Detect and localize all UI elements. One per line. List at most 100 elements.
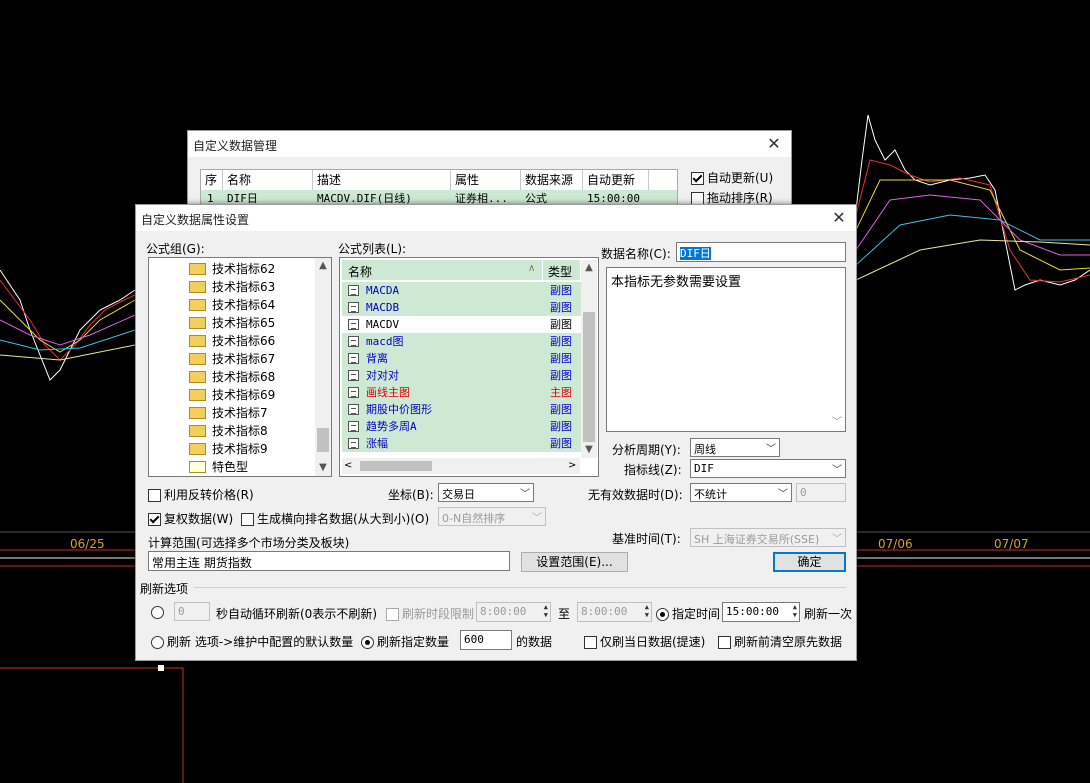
fixed-time-radio[interactable]: 指定时间 <box>656 605 720 622</box>
formula-item[interactable]: MACDA 副图 <box>342 282 582 299</box>
formula-type: 副图 <box>550 420 572 433</box>
formula-item[interactable]: 趋势多周A 副图 <box>342 418 582 435</box>
fixed-time-input[interactable]: 15:00:00 ▲ ▼ <box>722 602 800 622</box>
column-header[interactable]: 属性 <box>451 170 521 190</box>
auto-loop-radio[interactable] <box>151 605 167 619</box>
calc-range-input[interactable]: 常用主连 期货指数 <box>148 551 510 571</box>
checkbox-label: 生成横向排名数据(从大到小)(O) <box>257 512 430 526</box>
invalid-data-number[interactable]: 0 <box>796 483 846 502</box>
custom-data-manager-window: 自定义数据管理 ✕ 序 名称 描述 属性 数据来源 自动更新 1 DIF日 MA… <box>187 130 792 212</box>
tree-item[interactable]: 技术指标7 <box>189 404 268 422</box>
checkbox-icon <box>691 172 704 185</box>
coord-select[interactable]: 交易日 ﹀ <box>438 483 534 502</box>
use-reverse-checkbox[interactable]: 利用反转价格(R) <box>148 486 254 503</box>
folder-icon <box>189 370 206 383</box>
time-to-input[interactable]: 8:00:00 ▲ ▼ <box>577 602 652 622</box>
chevron-down-icon: ﹀ <box>766 444 776 455</box>
formula-item[interactable]: 背离 副图 <box>342 350 582 367</box>
data-name-input[interactable]: DIF日 <box>676 242 846 262</box>
tree-item[interactable]: 技术指标66 <box>189 332 275 350</box>
column-header[interactable]: 名称 <box>223 170 313 190</box>
checkbox-label: 刷新时段限制 <box>402 607 475 621</box>
formula-item[interactable]: MACDV 副图 <box>342 316 582 333</box>
column-header[interactable]: 序 <box>201 170 223 190</box>
formula-list[interactable]: 名称 ∧ 类型 MACDA 副图 MACDB 副图 MACDV 副图 macd图 副图 背离 副图… <box>339 257 599 477</box>
formula-group-tree[interactable]: 技术指标62 技术指标63 技术指标64 技术指标65 技术指标66 技术指标6… <box>148 257 332 477</box>
formula-item[interactable]: 画线主图主图叠 <box>342 384 582 416</box>
column-header[interactable]: 自动更新 <box>583 170 649 190</box>
formula-name: 涨幅 <box>366 437 388 450</box>
indicator-line-select[interactable]: DIF ﹀ <box>690 459 846 478</box>
formula-name: macd图 <box>366 335 404 348</box>
tree-item[interactable]: 技术指标62 <box>189 260 275 278</box>
formula-name: 期股中价图形 <box>366 403 432 416</box>
formula-item[interactable]: 对对对 副图 <box>342 367 582 384</box>
column-header[interactable]: 数据来源 <box>521 170 583 190</box>
scroll-left-icon[interactable]: < <box>344 458 352 474</box>
tree-item[interactable]: 技术指标69 <box>189 386 275 404</box>
tree-item[interactable]: 技术指标68 <box>189 368 275 386</box>
radio-icon <box>361 636 374 649</box>
scroll-down-icon[interactable]: ▼ <box>581 442 597 458</box>
tree-item[interactable]: 技术指标65 <box>189 314 275 332</box>
folder-icon <box>189 298 206 311</box>
time-from-input[interactable]: 8:00:00 ▲ ▼ <box>476 602 551 622</box>
data-name-value: DIF日 <box>680 247 711 260</box>
auto-update-checkbox[interactable]: 自动更新(U) <box>691 169 773 186</box>
tree-item[interactable]: 技术指标67 <box>189 350 275 368</box>
tree-item[interactable]: 特色型 <box>189 458 248 476</box>
rank-checkbox[interactable]: 生成横向排名数据(从大到小)(O) <box>241 510 429 527</box>
tree-item[interactable]: 技术指标64 <box>189 296 275 314</box>
param-text-area[interactable]: 本指标无参数需要设置 ﹀ <box>606 267 846 432</box>
scroll-thumb[interactable] <box>583 312 595 442</box>
today-only-checkbox[interactable]: 仅刷当日数据(提速) <box>584 633 705 650</box>
scroll-up-icon[interactable]: ▲ <box>581 260 597 276</box>
refresh-count-radio[interactable]: 刷新指定数量 <box>361 633 449 650</box>
data-name-label: 数据名称(C): <box>601 247 671 261</box>
chevron-down-icon[interactable]: ﹀ <box>832 413 842 428</box>
feature-icon <box>189 460 206 473</box>
auto-loop-seconds[interactable]: 0 <box>174 602 210 621</box>
invalid-data-label: 无有效数据时(D): <box>588 488 683 502</box>
vertical-scrollbar[interactable]: ▲ ▼ <box>581 260 597 458</box>
formula-name: 对对对 <box>366 369 399 382</box>
set-range-button[interactable]: 设置范围(E)... <box>521 552 628 572</box>
radio-label: 刷新指定数量 <box>377 635 450 649</box>
ok-button[interactable]: 确定 <box>773 552 846 572</box>
period-limit-checkbox[interactable]: 刷新时段限制 <box>386 605 474 622</box>
base-time-select[interactable]: SH 上海证券交易所(SSE) ﹀ <box>690 528 846 547</box>
close-icon[interactable]: ✕ <box>830 209 848 227</box>
formula-item[interactable]: macd图 副图 <box>342 333 582 350</box>
window-title: 自定义数据管理 <box>193 139 278 153</box>
tree-item[interactable]: 技术指标8 <box>189 422 268 440</box>
list-header: 名称 ∧ 类型 <box>342 260 580 280</box>
chevron-down-icon: ﹀ <box>520 489 530 500</box>
formula-item[interactable]: 涨幅 副图 <box>342 435 582 452</box>
column-header[interactable]: 描述 <box>313 170 451 190</box>
invalid-data-select[interactable]: 不统计 ﹀ <box>690 483 792 502</box>
period-select[interactable]: 周线 ﹀ <box>690 438 780 457</box>
column-header-name[interactable]: 名称 <box>348 263 372 280</box>
refresh-count-input[interactable]: 600 <box>460 630 512 650</box>
refresh-once-label: 刷新一次 <box>804 607 853 621</box>
close-icon[interactable]: ✕ <box>765 135 783 153</box>
tree-item[interactable]: 技术指标9 <box>189 440 268 458</box>
rank-select[interactable]: 0-N自然排序 ﹀ <box>438 507 546 526</box>
formula-type: 副图 <box>550 318 572 331</box>
scroll-thumb[interactable] <box>360 461 432 471</box>
checkbox-icon <box>148 513 161 526</box>
restore-checkbox[interactable]: 复权数据(W) <box>148 510 233 527</box>
clear-before-checkbox[interactable]: 刷新前清空原先数据 <box>718 633 842 650</box>
vertical-scrollbar[interactable]: ▲ ▼ <box>315 258 331 476</box>
refresh-default-radio[interactable]: 刷新 选项->维护中配置的默认数量 <box>151 633 353 650</box>
scroll-right-icon[interactable]: > <box>568 458 576 474</box>
column-header-type[interactable]: 类型 <box>548 263 572 280</box>
formula-item[interactable]: 期股中价图形 副图 <box>342 401 582 418</box>
formula-item[interactable]: MACDB 副图 <box>342 299 582 316</box>
scroll-up-icon[interactable]: ▲ <box>315 258 331 274</box>
folder-icon <box>189 352 206 365</box>
tree-item[interactable]: 技术指标63 <box>189 278 275 296</box>
scroll-down-icon[interactable]: ▼ <box>315 460 331 476</box>
scroll-thumb[interactable] <box>317 428 329 452</box>
horizontal-scrollbar[interactable]: < > <box>342 458 580 474</box>
